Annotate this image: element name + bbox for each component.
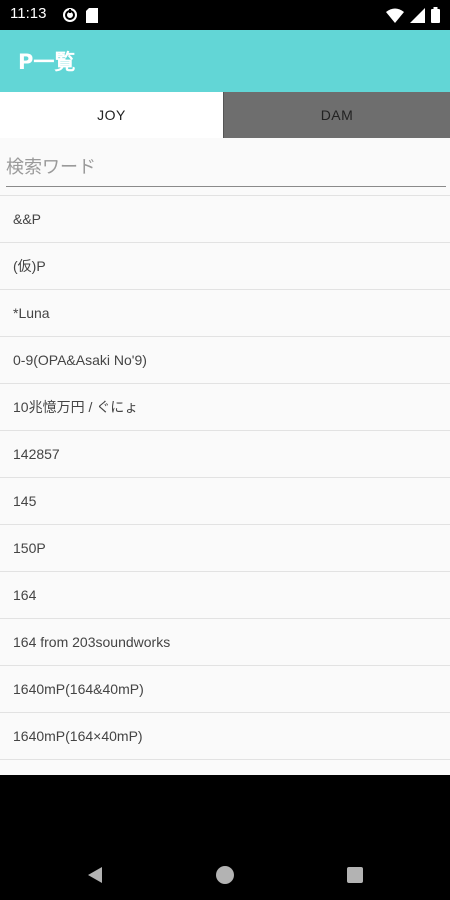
- list-item[interactable]: 10兆憶万円 / ぐにょ: [0, 383, 450, 430]
- app-title: P一覧: [18, 50, 76, 74]
- tab-dam[interactable]: DAM: [223, 92, 450, 138]
- artist-list: &&P (仮)P *Luna 0-9(OPA&Asaki No'9) 10兆憶万…: [0, 195, 450, 775]
- list-item[interactable]: 150P: [0, 524, 450, 571]
- search-input[interactable]: [6, 150, 446, 184]
- sync-icon: [62, 7, 78, 27]
- list-item[interactable]: 1640mP(164×40mP): [0, 712, 450, 759]
- list-item[interactable]: [0, 759, 450, 775]
- list-item[interactable]: &&P: [0, 195, 450, 242]
- content-area: &&P (仮)P *Luna 0-9(OPA&Asaki No'9) 10兆憶万…: [0, 138, 450, 775]
- status-bar: 11:13: [0, 0, 450, 30]
- sd-card-icon: [86, 7, 98, 27]
- back-icon[interactable]: [83, 863, 107, 887]
- search-field: [6, 150, 446, 187]
- system-nav-bar: [0, 850, 450, 900]
- list-item[interactable]: *Luna: [0, 289, 450, 336]
- home-icon[interactable]: [213, 863, 237, 887]
- list-item[interactable]: 164 from 203soundworks: [0, 618, 450, 665]
- list-item[interactable]: (仮)P: [0, 242, 450, 289]
- app-bar: P一覧: [0, 30, 450, 92]
- list-item[interactable]: 164: [0, 571, 450, 618]
- list-item[interactable]: 0-9(OPA&Asaki No'9): [0, 336, 450, 383]
- empty-area: [0, 775, 450, 850]
- status-time: 11:13: [10, 5, 47, 22]
- signal-icon: [410, 7, 425, 27]
- tab-joy[interactable]: JOY: [0, 92, 223, 138]
- wifi-icon: [386, 8, 404, 27]
- list-item[interactable]: 1640mP(164&40mP): [0, 665, 450, 712]
- list-item[interactable]: 142857: [0, 430, 450, 477]
- list-item[interactable]: 145: [0, 477, 450, 524]
- tab-bar: JOY DAM: [0, 92, 450, 138]
- recents-icon[interactable]: [343, 863, 367, 887]
- battery-icon: [431, 7, 440, 27]
